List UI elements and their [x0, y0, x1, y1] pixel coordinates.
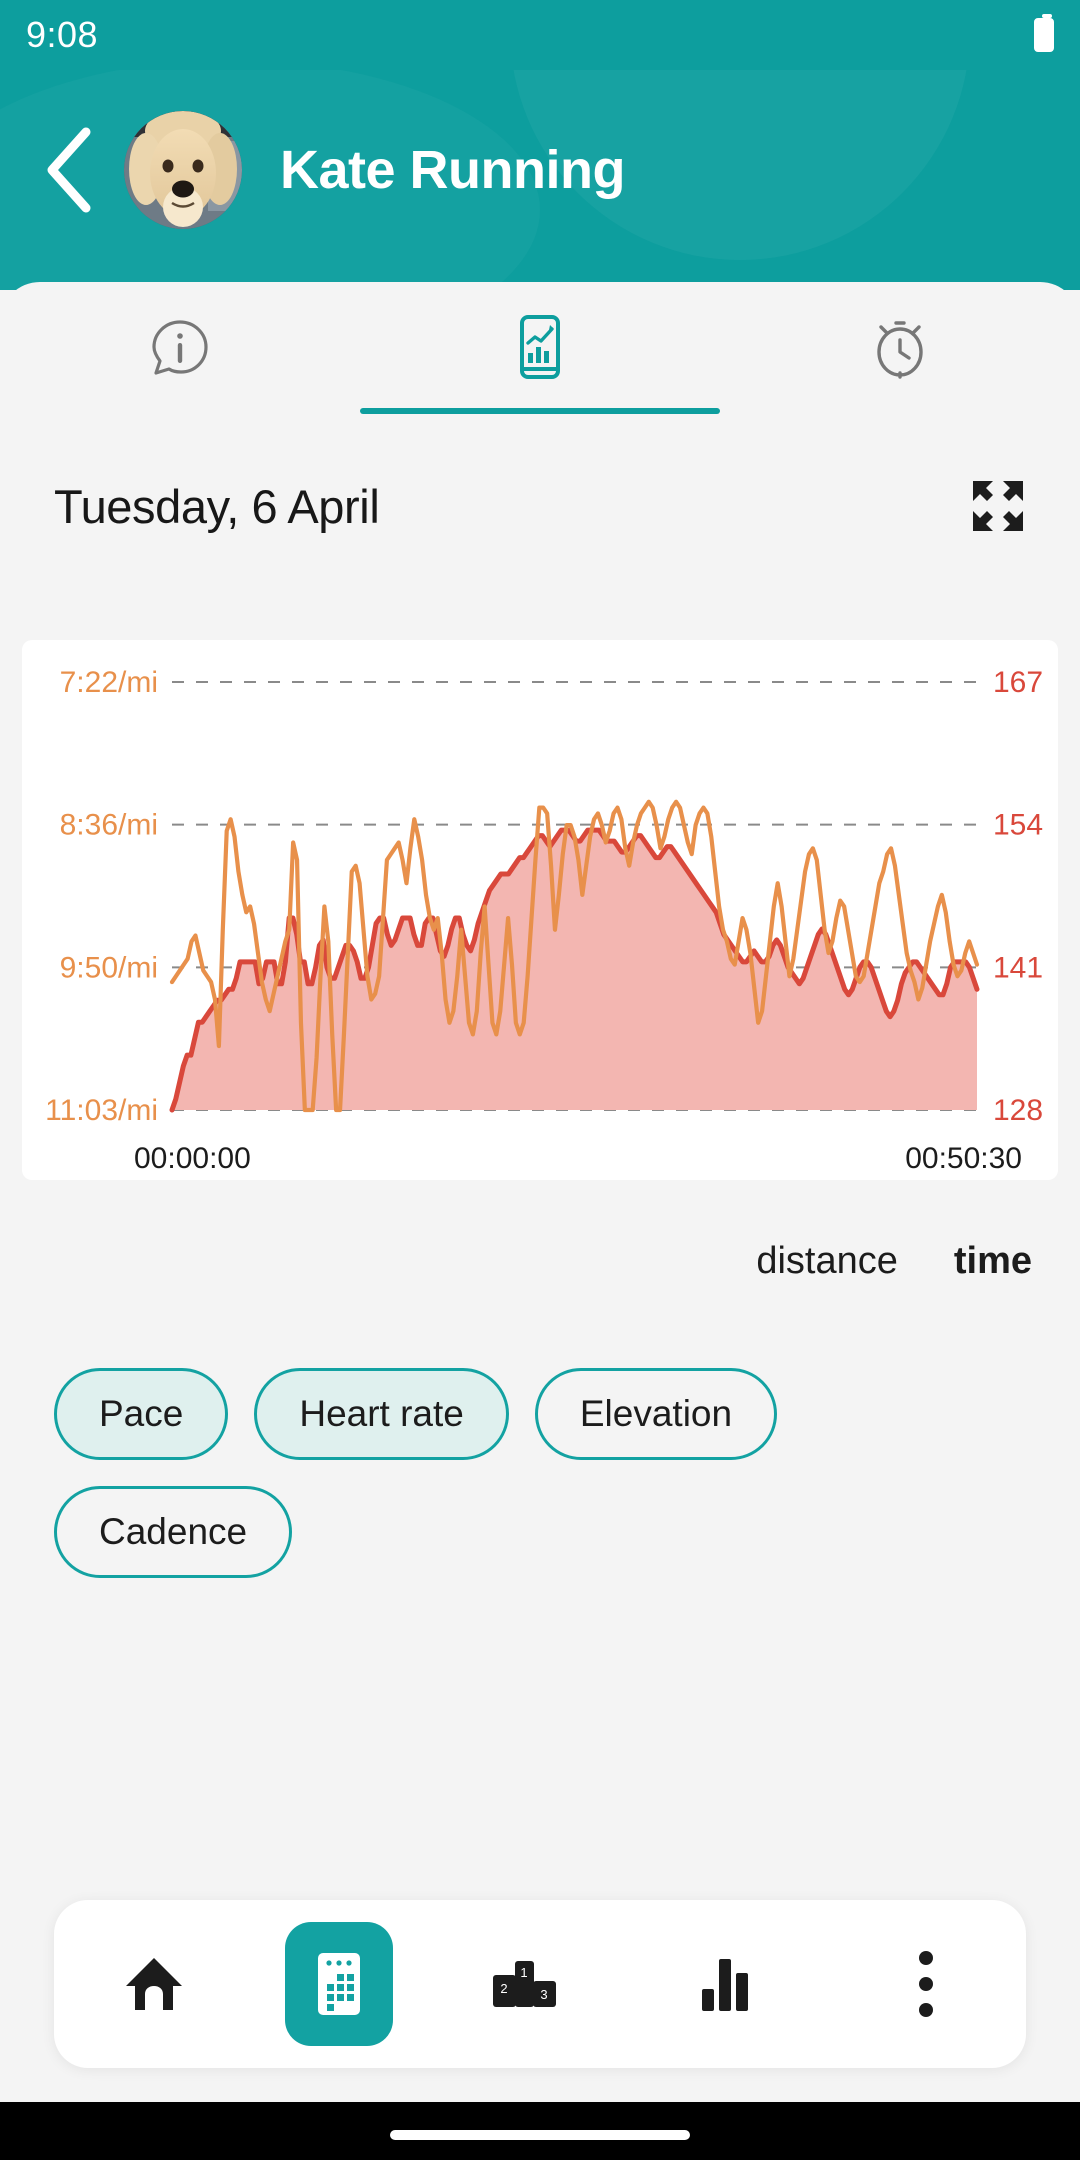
metric-chip-group: Pace Heart rate Elevation Cadence	[54, 1368, 1034, 1578]
gesture-bar[interactable]	[390, 2130, 690, 2140]
alarm-clock-icon	[867, 315, 933, 381]
svg-text:2: 2	[500, 1981, 507, 1996]
podium-icon: 1 2 3	[489, 1955, 559, 2013]
heartrate-tick-1: 154	[993, 809, 1043, 842]
status-bar: 9:08	[0, 0, 1080, 70]
tab-stats[interactable]	[360, 282, 720, 414]
chip-elevation[interactable]: Elevation	[535, 1368, 777, 1460]
avatar[interactable]	[124, 111, 242, 229]
more-vertical-icon	[913, 1947, 939, 2021]
bar-chart-icon	[694, 1953, 756, 2015]
tab-bar	[0, 282, 1080, 414]
chart-pace-axis-labels: 7:22/mi 8:36/mi 9:50/mi 11:03/mi	[45, 666, 158, 1127]
heartrate-tick-0: 167	[993, 666, 1043, 699]
calendar-icon	[310, 1947, 368, 2021]
pace-tick-2: 9:50/mi	[60, 951, 158, 984]
status-time: 9:08	[26, 14, 98, 56]
chip-heart-rate[interactable]: Heart rate	[254, 1368, 509, 1460]
battery-icon	[1034, 18, 1054, 52]
axis-toggle: distance time	[756, 1240, 1032, 1283]
page-title: Kate Running	[280, 139, 625, 201]
axis-option-distance[interactable]: distance	[756, 1240, 898, 1283]
chart-x-start-label: 00:00:00	[134, 1142, 251, 1175]
home-icon	[122, 1952, 186, 2016]
date-title: Tuesday, 6 April	[54, 479, 379, 534]
activity-chart-card: 7:22/mi8:36/mi9:50/mi11:03/mi 1671541411…	[22, 640, 1058, 1180]
nav-stats[interactable]	[655, 1914, 795, 2054]
info-circle-icon	[148, 316, 212, 380]
chevron-left-icon	[40, 124, 100, 216]
svg-text:3: 3	[540, 1987, 547, 2002]
pace-tick-0: 7:22/mi	[60, 666, 158, 699]
svg-text:1: 1	[520, 1965, 527, 1980]
chart-heartrate-axis-labels: 167 154 141 128	[993, 666, 1043, 1127]
app-root: 9:08	[0, 0, 1080, 2160]
nav-home[interactable]	[84, 1914, 224, 2054]
chip-pace[interactable]: Pace	[54, 1368, 228, 1460]
expand-fullscreen-icon	[969, 477, 1027, 535]
tab-active-indicator	[360, 408, 720, 414]
pace-tick-3: 11:03/mi	[45, 1094, 158, 1127]
back-button[interactable]	[22, 122, 118, 218]
tab-alarm[interactable]	[720, 282, 1080, 414]
activity-chart[interactable]: 7:22/mi8:36/mi9:50/mi11:03/mi 1671541411…	[22, 640, 1058, 1180]
nav-leaderboard[interactable]: 1 2 3	[454, 1914, 594, 2054]
header-content: Kate Running	[0, 105, 1080, 235]
dog-avatar-image	[124, 111, 242, 229]
bottom-navigation: 1 2 3	[54, 1900, 1026, 2068]
date-header: Tuesday, 6 April	[0, 414, 1080, 544]
chip-cadence[interactable]: Cadence	[54, 1486, 292, 1578]
content-sheet: Tuesday, 6 April	[0, 282, 1080, 2160]
pace-tick-1: 8:36/mi	[60, 809, 158, 842]
heartrate-tick-3: 128	[993, 1094, 1043, 1127]
nav-more[interactable]	[856, 1914, 996, 2054]
chart-phone-icon	[507, 313, 573, 383]
heartrate-tick-2: 141	[993, 951, 1043, 984]
system-gesture-area	[0, 2102, 1080, 2160]
chart-x-end-label: 00:50:30	[905, 1142, 1022, 1175]
tab-info[interactable]	[0, 282, 360, 414]
expand-button[interactable]	[960, 468, 1036, 544]
nav-calendar[interactable]	[285, 1922, 393, 2046]
axis-option-time[interactable]: time	[954, 1240, 1032, 1283]
